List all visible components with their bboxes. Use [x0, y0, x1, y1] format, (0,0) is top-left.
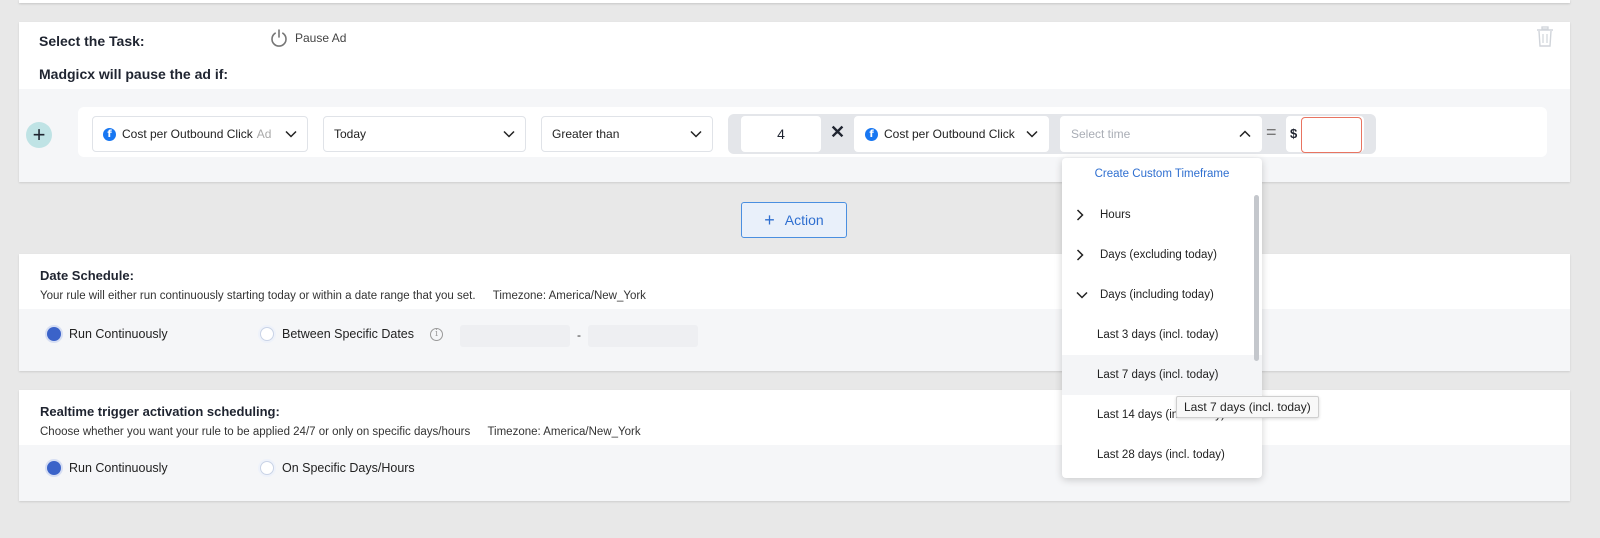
- timeframe-select[interactable]: Today: [323, 116, 526, 152]
- timeframe-select-value: Today: [334, 127, 367, 141]
- dropdown-group-label: Days (including today): [1100, 289, 1214, 301]
- chevron-right-icon: [1076, 209, 1100, 221]
- radio-label: On Specific Days/Hours: [282, 461, 415, 475]
- dropdown-group-hours[interactable]: Hours: [1062, 195, 1262, 235]
- radio-selected-icon: [47, 327, 61, 341]
- action-button-label: Action: [784, 212, 824, 228]
- chevron-down-icon: [285, 130, 297, 138]
- operator-select[interactable]: Greater than: [541, 116, 713, 152]
- date-schedule-card: Date Schedule: Your rule will either run…: [19, 254, 1570, 371]
- select-task-label: Select the Task:: [39, 33, 145, 49]
- radio-run-continuously[interactable]: Run Continuously: [47, 327, 168, 341]
- metric-select-value: Cost per Outbound Click: [122, 127, 253, 141]
- radio-label: Run Continuously: [69, 461, 168, 475]
- timezone-label: Timezone: America/New_York: [492, 290, 646, 302]
- time-select[interactable]: Select time: [1060, 116, 1262, 152]
- info-icon[interactable]: i: [430, 327, 444, 341]
- start-date-input[interactable]: [460, 325, 570, 347]
- operator-select-value: Greater than: [552, 127, 620, 141]
- realtime-options: [19, 445, 1570, 501]
- chevron-down-icon: [1076, 291, 1100, 299]
- tooltip: Last 7 days (incl. today): [1176, 396, 1319, 418]
- chevron-down-icon: [690, 130, 702, 138]
- plus-icon: +: [764, 209, 775, 230]
- dropdown-group-label: Days (excluding today): [1100, 249, 1217, 261]
- multiplier-input[interactable]: 4: [741, 116, 821, 152]
- chevron-right-icon: [1076, 249, 1100, 261]
- pause-if-label: Madgicx will pause the ad if:: [39, 66, 229, 82]
- currency-label: $: [1290, 126, 1298, 141]
- amount-input[interactable]: [1301, 117, 1362, 153]
- add-condition-button[interactable]: +: [26, 122, 52, 148]
- metric-level-label: Ad: [256, 127, 272, 141]
- radio-selected-icon: [47, 461, 61, 475]
- chevron-down-icon: [1026, 130, 1038, 138]
- plus-icon: +: [32, 122, 46, 147]
- equals-icon: =: [1266, 122, 1277, 142]
- compare-metric-select[interactable]: f Cost per Outbound Click: [854, 116, 1049, 152]
- pause-ad-action[interactable]: Pause Ad: [269, 28, 346, 48]
- realtime-description: Choose whether you want your rule to be …: [40, 426, 641, 438]
- time-select-placeholder: Select time: [1071, 127, 1131, 141]
- chevron-up-icon: [1239, 130, 1251, 138]
- chevron-down-icon: [503, 130, 515, 138]
- realtime-text: Choose whether you want your rule to be …: [40, 426, 471, 438]
- time-dropdown-menu: Create Custom Timeframe Hours Days (excl…: [1062, 158, 1262, 478]
- task-card: Select the Task: Pause Ad Madgicx will p…: [19, 22, 1570, 182]
- dropdown-group-days-excluding[interactable]: Days (excluding today): [1062, 235, 1262, 275]
- realtime-title: Realtime trigger activation scheduling:: [40, 404, 280, 419]
- dropdown-item-last-28-days[interactable]: Last 28 days (incl. today): [1062, 435, 1262, 475]
- pause-ad-label: Pause Ad: [295, 31, 347, 45]
- dropdown-group-days-including[interactable]: Days (including today): [1062, 275, 1262, 315]
- date-range-separator: -: [577, 328, 581, 342]
- radio-run-continuously-realtime[interactable]: Run Continuously: [47, 461, 168, 475]
- dropdown-item-last-7-days[interactable]: Last 7 days (incl. today): [1062, 355, 1262, 395]
- timezone-label: Timezone: America/New_York: [487, 426, 641, 438]
- metric-select[interactable]: f Cost per Outbound Click Ad: [92, 116, 308, 152]
- radio-between-dates[interactable]: Between Specific Dates i: [260, 327, 444, 341]
- dropdown-scrollbar[interactable]: [1254, 195, 1259, 361]
- compare-metric-value: Cost per Outbound Click: [884, 127, 1015, 141]
- radio-unselected-icon: [260, 461, 274, 475]
- formula-group: [728, 114, 1376, 154]
- facebook-icon: f: [865, 127, 878, 141]
- radio-specific-days[interactable]: On Specific Days/Hours: [260, 461, 415, 475]
- facebook-icon: f: [103, 127, 116, 141]
- realtime-scheduling-card: Realtime trigger activation scheduling: …: [19, 390, 1570, 501]
- create-custom-timeframe-link[interactable]: Create Custom Timeframe: [1062, 168, 1262, 180]
- radio-label: Between Specific Dates: [282, 327, 415, 341]
- power-icon: [271, 29, 287, 47]
- date-schedule-description: Your rule will either run continuously s…: [40, 290, 646, 302]
- end-date-input[interactable]: [588, 325, 698, 347]
- previous-card-edge: [19, 0, 1570, 3]
- date-schedule-options: [19, 309, 1570, 371]
- trash-icon[interactable]: [1536, 26, 1554, 48]
- date-schedule-text: Your rule will either run continuously s…: [40, 290, 476, 302]
- multiply-icon: ✕: [830, 122, 846, 142]
- date-schedule-title: Date Schedule:: [40, 268, 134, 283]
- radio-label: Run Continuously: [69, 327, 168, 341]
- dropdown-item-last-3-days[interactable]: Last 3 days (incl. today): [1062, 315, 1262, 355]
- dropdown-group-label: Hours: [1100, 209, 1131, 221]
- add-action-button[interactable]: + Action: [741, 202, 847, 238]
- radio-unselected-icon: [260, 327, 274, 341]
